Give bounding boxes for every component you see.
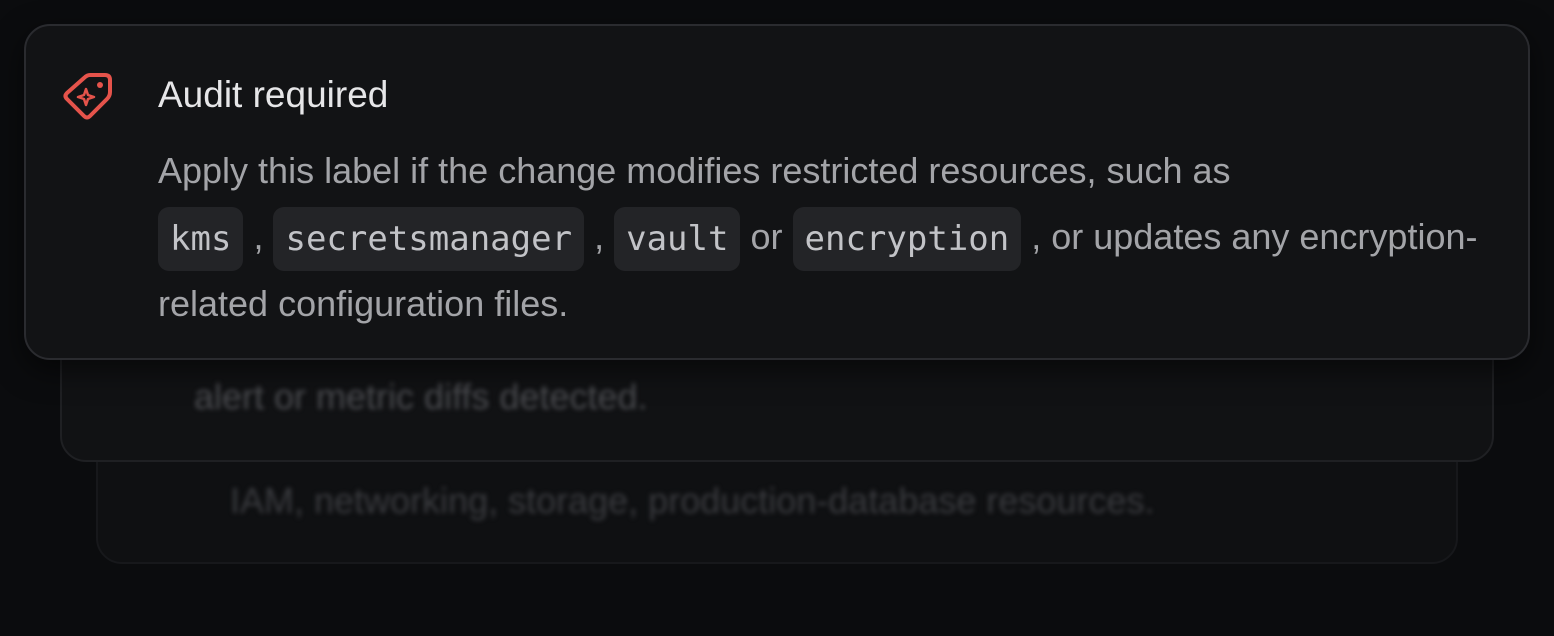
code-kms: kms: [158, 207, 244, 272]
separator-or: or: [750, 216, 783, 257]
label-title: Audit required: [158, 74, 389, 115]
code-encryption: encryption: [792, 207, 1022, 272]
label-card-audit-required[interactable]: Audit required Apply this label if the c…: [24, 24, 1530, 360]
description-intro: Apply this label if the change modifies …: [158, 150, 1231, 191]
separator-comma-2: ,: [594, 216, 605, 257]
code-vault: vault: [614, 207, 741, 272]
code-secretsmanager: secretsmanager: [273, 207, 585, 272]
tag-icon: [63, 73, 112, 120]
stacked-label-cards: IAM, networking, storage, production-dat…: [0, 0, 1554, 636]
label-card-back-description: IAM, networking, storage, production-dat…: [230, 480, 1155, 521]
label-card-middle-description: alert or metric diffs detected.: [194, 376, 648, 417]
separator-comma-1: ,: [253, 216, 264, 257]
label-description: Apply this label if the change modifies …: [158, 138, 1488, 337]
